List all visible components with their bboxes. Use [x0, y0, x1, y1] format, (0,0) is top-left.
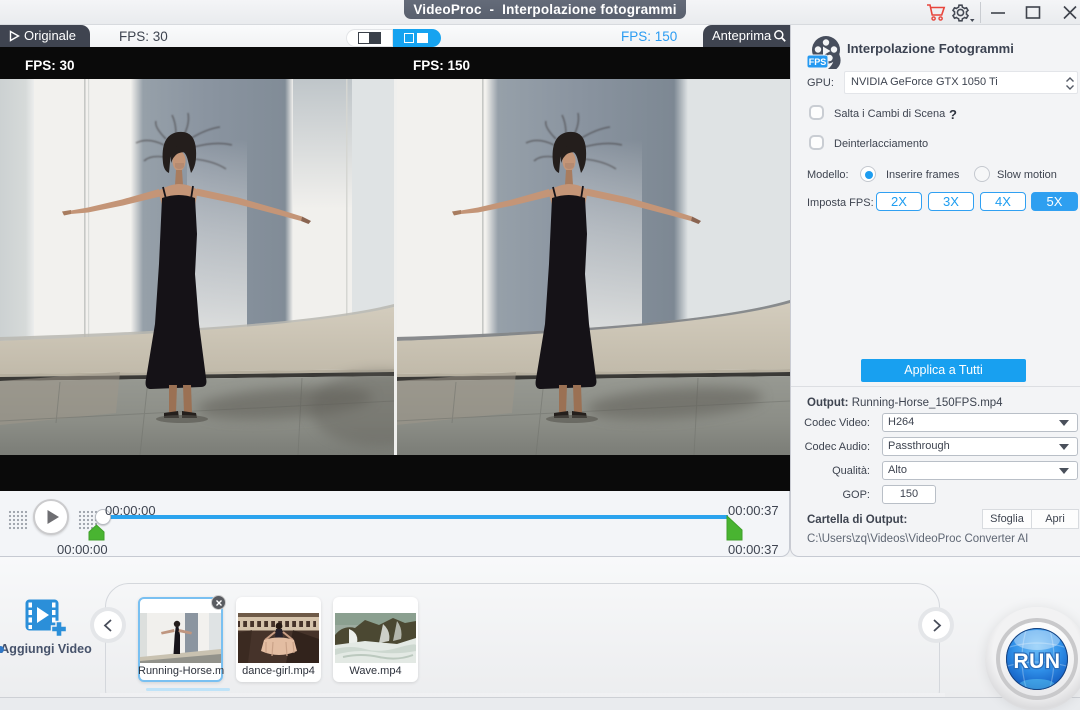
svg-text:RUN: RUN: [1014, 650, 1061, 673]
svg-text:FPS: FPS: [809, 57, 827, 67]
